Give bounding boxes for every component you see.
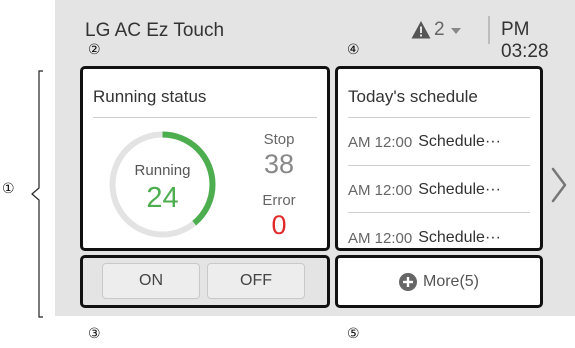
header-divider bbox=[488, 16, 490, 44]
schedule-divider bbox=[348, 165, 530, 166]
callout-2: ② bbox=[88, 41, 101, 57]
callout-1: ① bbox=[2, 180, 15, 196]
stop-label: Stop bbox=[263, 131, 295, 148]
app-title: LG AC Ez Touch bbox=[85, 20, 225, 41]
running-value: 24 bbox=[146, 182, 179, 214]
callout-4: ④ bbox=[347, 41, 360, 57]
chevron-right-icon[interactable] bbox=[549, 167, 569, 203]
error-label: Error bbox=[262, 192, 296, 209]
schedule-divider bbox=[348, 212, 530, 213]
on-button[interactable]: ON bbox=[102, 263, 200, 299]
schedule-title: Today's schedule bbox=[348, 87, 478, 106]
schedule-name: Schedule··· bbox=[418, 181, 501, 198]
chevron-down-icon bbox=[450, 28, 461, 34]
alert-indicator[interactable]: 2 bbox=[411, 19, 461, 41]
panel-divider bbox=[348, 117, 530, 118]
schedule-time: AM 12:00 bbox=[348, 229, 413, 247]
schedule-time: AM 12:00 bbox=[348, 181, 413, 199]
top-bar: LG AC Ez Touch 2 PM 03:28 bbox=[55, 0, 575, 62]
schedule-item[interactable]: AM 12:00 Schedule··· bbox=[348, 123, 532, 161]
plus-circle-icon bbox=[398, 272, 417, 291]
running-status-panel[interactable]: Running status Running 24 Stop 38 Error … bbox=[80, 66, 330, 251]
off-button[interactable]: OFF bbox=[207, 263, 305, 299]
error-value: 0 bbox=[271, 210, 287, 240]
schedule-item[interactable]: AM 12:00 Schedule··· bbox=[348, 171, 532, 209]
warning-icon bbox=[411, 21, 431, 39]
callout-3: ③ bbox=[88, 325, 101, 341]
schedule-name: Schedule··· bbox=[418, 229, 501, 246]
more-button[interactable]: More(5) bbox=[338, 258, 540, 305]
running-label: Running bbox=[134, 162, 191, 179]
schedule-time: AM 12:00 bbox=[348, 133, 413, 151]
alert-count: 2 bbox=[434, 19, 445, 40]
running-status-title: Running status bbox=[93, 87, 207, 106]
panel-divider bbox=[93, 117, 317, 118]
more-panel: More(5) bbox=[335, 255, 543, 308]
schedule-name: Schedule··· bbox=[418, 133, 501, 150]
callout-5: ⑤ bbox=[347, 325, 360, 341]
group-brace bbox=[31, 70, 43, 318]
schedule-item[interactable]: AM 12:00 Schedule··· bbox=[348, 219, 532, 257]
more-label: More(5) bbox=[422, 272, 479, 290]
schedule-panel[interactable]: Today's schedule AM 12:00 Schedule··· AM… bbox=[335, 66, 543, 251]
clock: PM 03:28 bbox=[501, 19, 549, 62]
power-controls-panel: ON OFF bbox=[80, 255, 330, 308]
stop-value: 38 bbox=[263, 149, 295, 179]
